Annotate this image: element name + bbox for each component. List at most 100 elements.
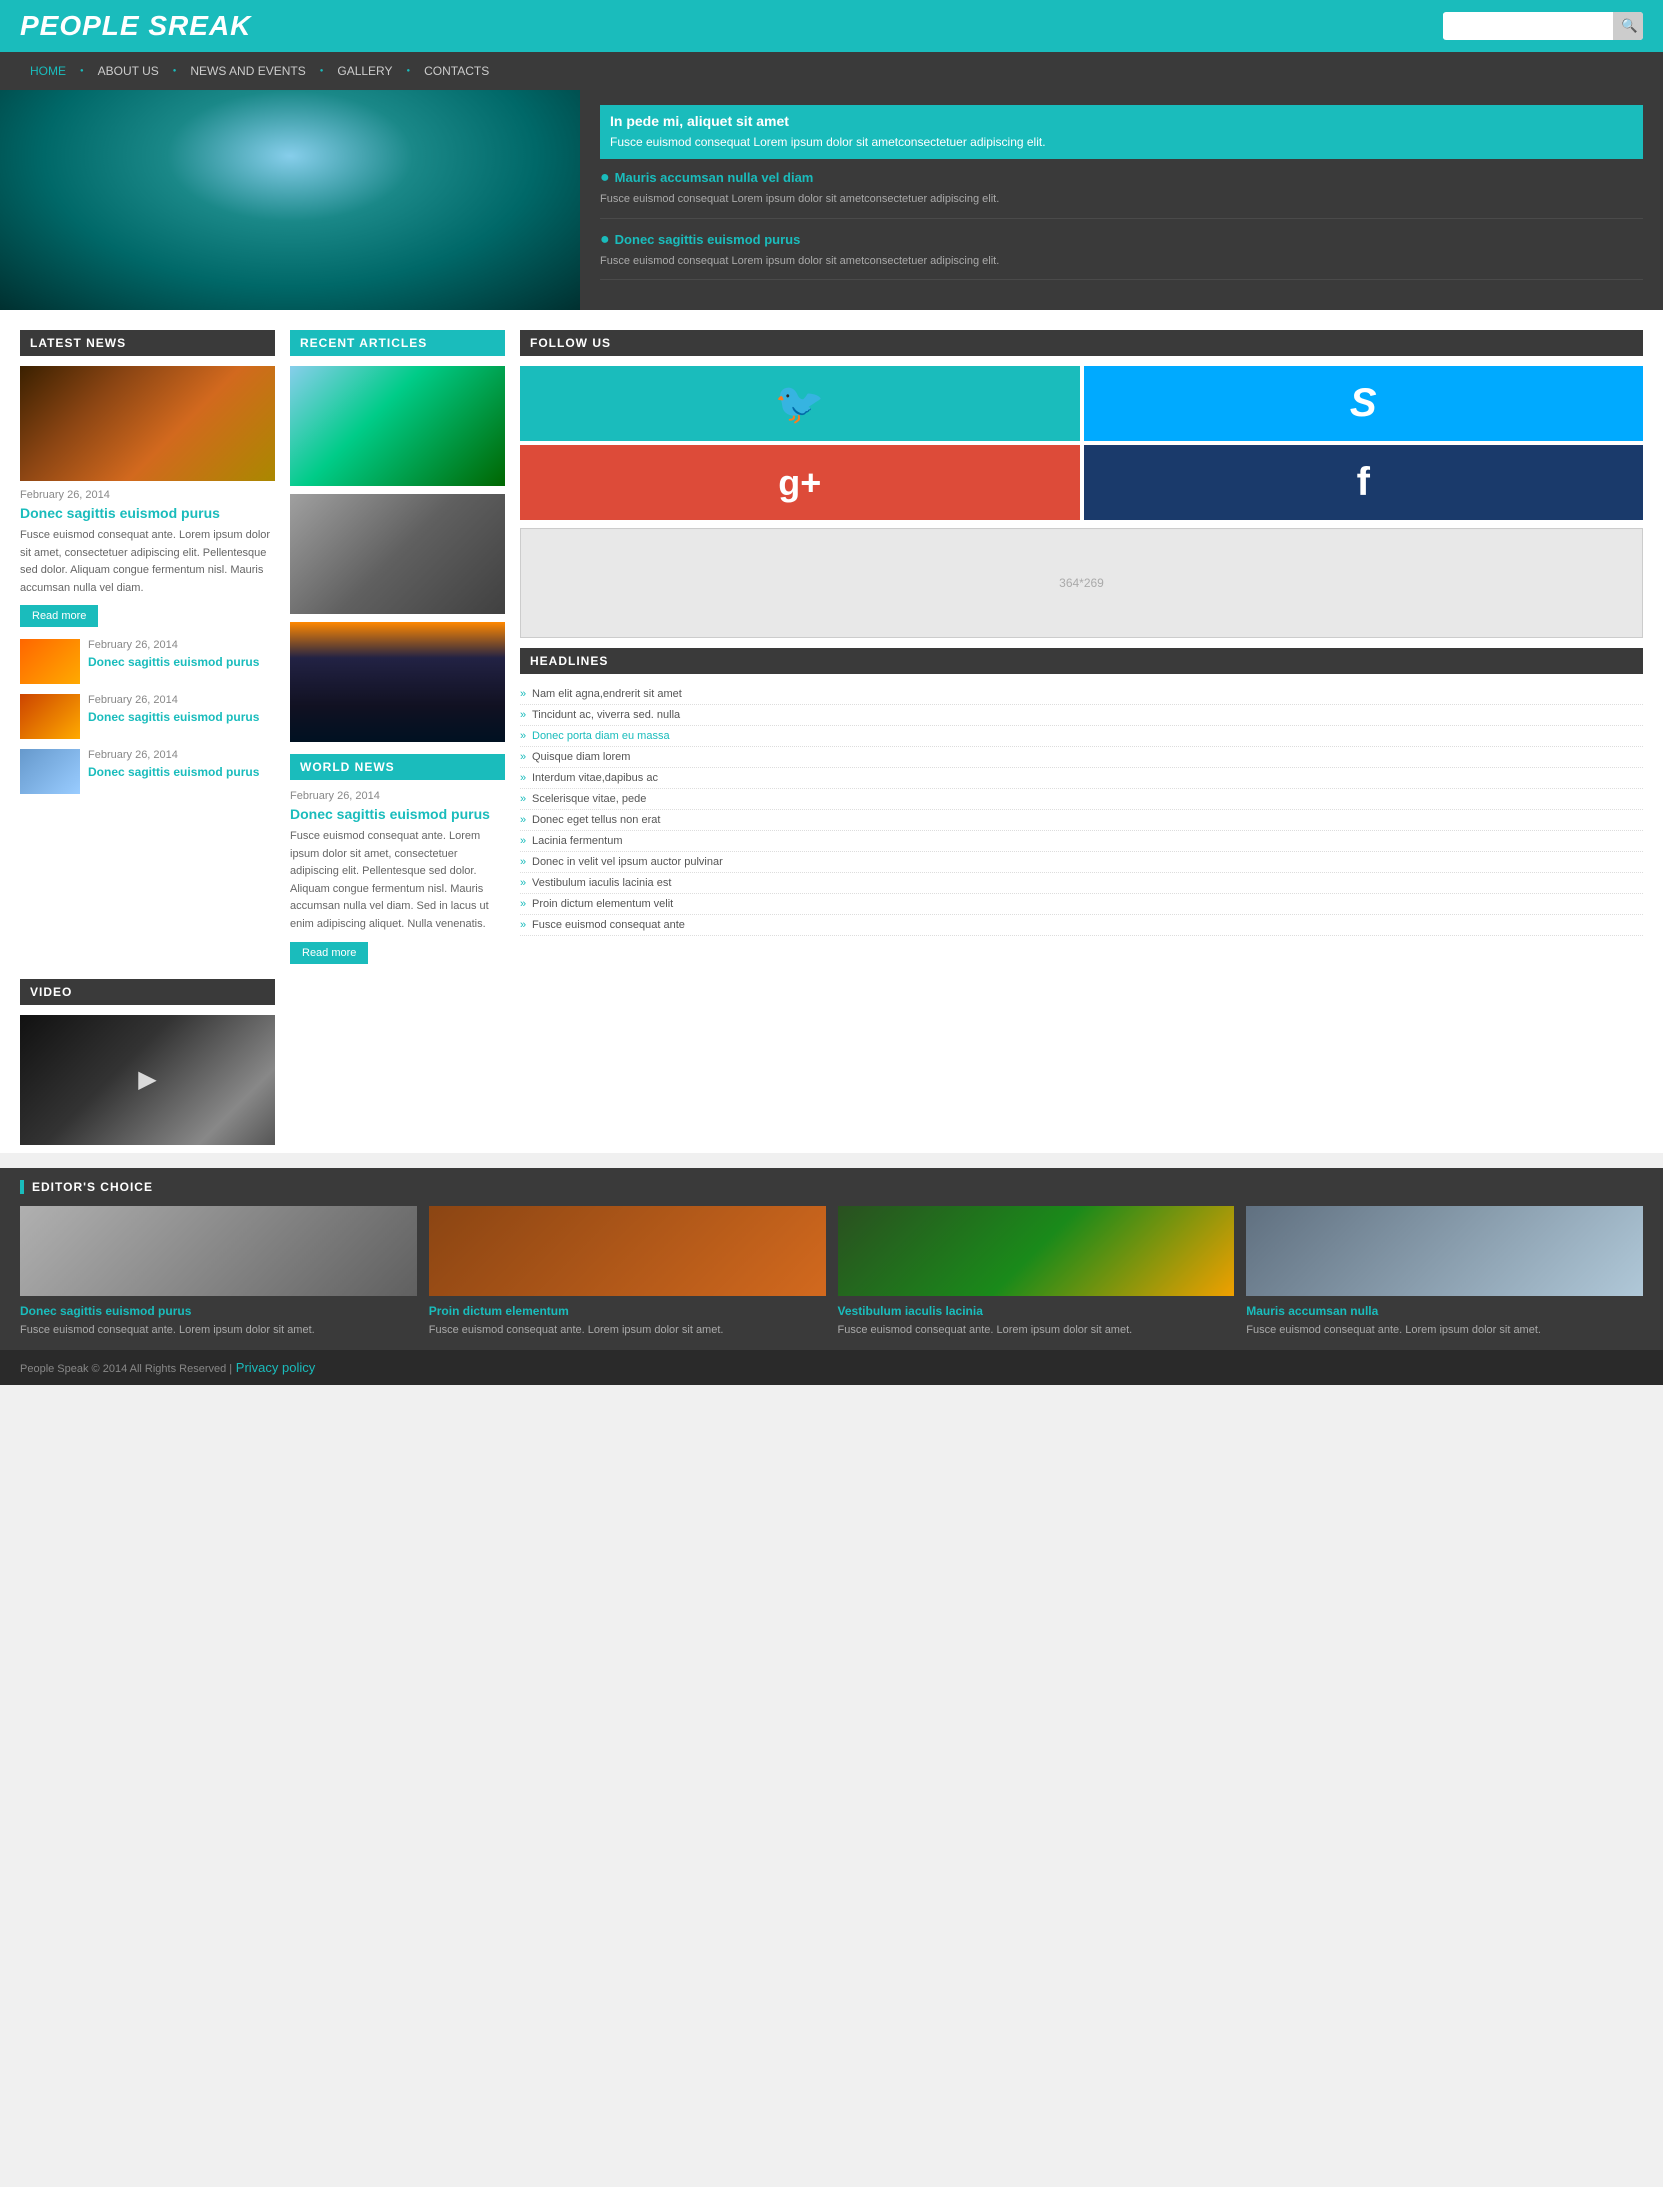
featured-box: In pede mi, aliquet sit amet Fusce euism… — [600, 105, 1643, 159]
search-box: 🔍 — [1443, 12, 1643, 40]
headline-item-4[interactable]: Quisque diam lorem — [520, 747, 1643, 768]
world-news-read-more[interactable]: Read more — [290, 942, 368, 964]
hero-item-1: ●Mauris accumsan nulla vel diam Fusce eu… — [600, 169, 1643, 219]
site-logo: PEOPLE SREAK — [20, 10, 251, 42]
nav-gallery[interactable]: GALLERY — [327, 52, 402, 90]
small-news-img-1 — [20, 639, 80, 684]
headline-item-3[interactable]: Donec porta diam eu massa — [520, 726, 1643, 747]
editor-title-4[interactable]: Mauris accumsan nulla — [1246, 1304, 1643, 1318]
headline-item-6[interactable]: Scelerisque vitae, pede — [520, 789, 1643, 810]
headline-item-7[interactable]: Donec eget tellus non erat — [520, 810, 1643, 831]
small-news-info-3: February 26, 2014 Donec sagittis euismod… — [88, 749, 275, 779]
editor-item-3: Vestibulum iaculis lacinia Fusce euismod… — [838, 1206, 1235, 1339]
world-news-date: February 26, 2014 — [290, 790, 505, 802]
headline-item-12[interactable]: Fusce euismod consequat ante — [520, 915, 1643, 936]
skype-icon: S — [1350, 381, 1377, 426]
headline-item-1[interactable]: Nam elit agna,endrerit sit amet — [520, 684, 1643, 705]
hero-image-inner — [0, 90, 580, 310]
world-news-title[interactable]: Donec sagittis euismod purus — [290, 806, 505, 822]
editor-item-1: Donec sagittis euismod purus Fusce euism… — [20, 1206, 417, 1339]
nav-news[interactable]: NEWS AND EVENTS — [180, 52, 315, 90]
small-news-date-1: February 26, 2014 — [88, 639, 275, 651]
small-news-title-2[interactable]: Donec sagittis euismod purus — [88, 710, 275, 724]
main-news-date: February 26, 2014 — [20, 489, 275, 501]
small-news-info-1: February 26, 2014 Donec sagittis euismod… — [88, 639, 275, 669]
world-news-excerpt: Fusce euismod consequat ante. Lorem ipsu… — [290, 828, 505, 934]
editor-text-3: Fusce euismod consequat ante. Lorem ipsu… — [838, 1322, 1235, 1339]
latest-news-header: LATEST NEWS — [20, 330, 275, 356]
main-news-title[interactable]: Donec sagittis euismod purus — [20, 505, 275, 521]
privacy-policy-link[interactable]: Privacy policy — [236, 1360, 315, 1375]
twitter-button[interactable]: 🐦 — [520, 366, 1080, 441]
recent-articles-header: RECENT ARTICLES — [290, 330, 505, 356]
hero-item-1-title: ●Mauris accumsan nulla vel diam — [600, 169, 1643, 187]
header: PEOPLE SREAK 🔍 — [0, 0, 1663, 52]
hero-section: In pede mi, aliquet sit amet Fusce euism… — [0, 90, 1663, 310]
headline-item-11[interactable]: Proin dictum elementum velit — [520, 894, 1643, 915]
headline-item-2[interactable]: Tincidunt ac, viverra sed. nulla — [520, 705, 1643, 726]
search-button[interactable]: 🔍 — [1613, 12, 1643, 40]
editors-choice-section: EDITOR'S CHOICE Donec sagittis euismod p… — [0, 1168, 1663, 1351]
main-news-image-inner — [20, 366, 275, 481]
skype-button[interactable]: S — [1084, 366, 1644, 441]
small-news-title-1[interactable]: Donec sagittis euismod purus — [88, 655, 275, 669]
footer-copyright: People Speak © 2014 All Rights Reserved … — [20, 1360, 315, 1375]
headline-item-5[interactable]: Interdum vitae,dapibus ac — [520, 768, 1643, 789]
world-news-section: WORLD NEWS February 26, 2014 Donec sagit… — [290, 754, 505, 964]
footer: People Speak © 2014 All Rights Reserved … — [0, 1350, 1663, 1385]
video-play-area[interactable]: ▶ — [20, 1015, 275, 1145]
small-news-title-3[interactable]: Donec sagittis euismod purus — [88, 765, 275, 779]
main-news-excerpt: Fusce euismod consequat ante. Lorem ipsu… — [20, 527, 275, 597]
hero-item-2: ●Donec sagittis euismod purus Fusce euis… — [600, 231, 1643, 281]
hero-image — [0, 90, 580, 310]
editor-title-2[interactable]: Proin dictum elementum — [429, 1304, 826, 1318]
search-input[interactable] — [1443, 13, 1613, 39]
spacer-right — [520, 979, 1643, 1153]
dot-icon: ● — [600, 169, 610, 186]
small-news-item-3: February 26, 2014 Donec sagittis euismod… — [20, 749, 275, 794]
spacer-mid — [290, 979, 505, 1153]
video-row: VIDEO ▶ — [20, 979, 1643, 1153]
google-plus-button[interactable]: g+ — [520, 445, 1080, 520]
headline-item-10[interactable]: Vestibulum iaculis lacinia est — [520, 873, 1643, 894]
nav-about[interactable]: ABOUT US — [88, 52, 169, 90]
editor-item-4: Mauris accumsan nulla Fusce euismod cons… — [1246, 1206, 1643, 1339]
nav-dot-1: ● — [76, 68, 88, 74]
nav-dot-2: ● — [169, 68, 181, 74]
hero-sidebar: In pede mi, aliquet sit amet Fusce euism… — [580, 90, 1663, 310]
small-news-item-1: February 26, 2014 Donec sagittis euismod… — [20, 639, 275, 684]
small-news-date-2: February 26, 2014 — [88, 694, 275, 706]
editor-img-3 — [838, 1206, 1235, 1296]
facebook-icon: f — [1357, 460, 1370, 505]
editor-text-2: Fusce euismod consequat ante. Lorem ipsu… — [429, 1322, 826, 1339]
main-news-image — [20, 366, 275, 481]
editor-img-2 — [429, 1206, 826, 1296]
hero-item-2-title: ●Donec sagittis euismod purus — [600, 231, 1643, 249]
middle-column: RECENT ARTICLES WORLD NEWS February 26, … — [290, 330, 505, 964]
navigation: HOME ● ABOUT US ● NEWS AND EVENTS ● GALL… — [0, 52, 1663, 90]
featured-text: Fusce euismod consequat Lorem ipsum dolo… — [610, 133, 1633, 151]
facebook-button[interactable]: f — [1084, 445, 1644, 520]
editor-item-2: Proin dictum elementum Fusce euismod con… — [429, 1206, 826, 1339]
article-city-img — [290, 622, 505, 742]
nav-contacts[interactable]: CONTACTS — [414, 52, 499, 90]
small-news-img-3 — [20, 749, 80, 794]
main-news-read-more[interactable]: Read more — [20, 605, 98, 627]
headlines-list: Nam elit agna,endrerit sit amet Tincidun… — [520, 684, 1643, 936]
headline-item-8[interactable]: Lacinia fermentum — [520, 831, 1643, 852]
world-news-header: WORLD NEWS — [290, 754, 505, 780]
small-news-date-3: February 26, 2014 — [88, 749, 275, 761]
video-thumbnail[interactable]: ▶ — [20, 1015, 275, 1145]
editor-title-1[interactable]: Donec sagittis euismod purus — [20, 1304, 417, 1318]
small-news-info-2: February 26, 2014 Donec sagittis euismod… — [88, 694, 275, 724]
nav-dot-4: ● — [403, 68, 415, 74]
nav-home[interactable]: HOME — [20, 52, 76, 90]
copyright-text: People Speak © 2014 All Rights Reserved … — [20, 1363, 232, 1375]
hero-item-2-text: Fusce euismod consequat Lorem ipsum dolo… — [600, 253, 1643, 270]
hero-item-1-text: Fusce euismod consequat Lorem ipsum dolo… — [600, 191, 1643, 208]
latest-news-column: LATEST NEWS February 26, 2014 Donec sagi… — [20, 330, 275, 964]
headline-item-9[interactable]: Donec in velit vel ipsum auctor pulvinar — [520, 852, 1643, 873]
editor-title-3[interactable]: Vestibulum iaculis lacinia — [838, 1304, 1235, 1318]
play-icon: ▶ — [138, 1065, 156, 1094]
article-fashion-img — [290, 494, 505, 614]
